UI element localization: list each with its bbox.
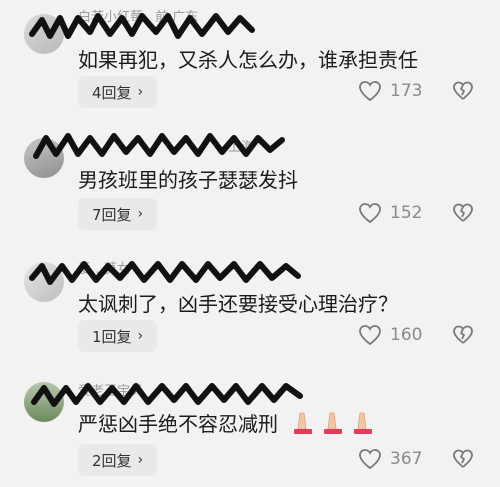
chevron-right-icon: › [137, 328, 144, 344]
view-replies-button[interactable]: 1回复 › [78, 320, 158, 352]
like-button[interactable]: 152 [358, 202, 422, 224]
comment-text: 男孩班里的孩子瑟瑟发抖 [78, 168, 298, 192]
timestamp-location: 前 广东 [155, 10, 199, 25]
broken-heart-icon[interactable] [452, 80, 474, 102]
view-replies-button[interactable]: 2回复 › [78, 444, 158, 476]
comment-header: 白若小红莓 前 广东 [78, 6, 199, 25]
reply-count-label: 2回复 [92, 451, 132, 470]
reply-count-label: 4回复 [92, 83, 132, 102]
broken-heart-icon[interactable] [452, 324, 474, 346]
view-replies-button[interactable]: 4回复 › [78, 76, 158, 108]
comment-text: 太讽刺了，凶手还要接受心理治疗？ [78, 292, 398, 316]
like-count: 152 [390, 203, 423, 223]
reply-count-label: 1回复 [92, 327, 132, 346]
comment-header: 爱…莫女 [78, 258, 130, 277]
comment-header: 上海 [78, 136, 255, 155]
heart-outline-icon [359, 449, 381, 470]
like-count: 173 [390, 81, 423, 101]
view-replies-button[interactable]: 7回复 › [78, 198, 158, 230]
broken-heart-icon[interactable] [452, 448, 474, 470]
comment-text: 如果再犯，又杀人怎么办，谁承担责任 [78, 48, 418, 72]
praying-hands-emoji [292, 411, 380, 440]
comment-text: 严惩凶手绝不容忍减刑 [78, 408, 380, 440]
location: 上海 [228, 140, 255, 155]
chevron-right-icon: › [137, 206, 144, 222]
username[interactable]: 白若小红莓 [78, 10, 143, 25]
heart-outline-icon [359, 81, 381, 102]
like-count: 160 [390, 325, 423, 345]
like-button[interactable]: 160 [358, 324, 422, 346]
comment-header: 爱老王宝贝 [78, 380, 143, 399]
reply-count-label: 7回复 [92, 205, 132, 224]
like-button[interactable]: 367 [358, 448, 422, 470]
avatar[interactable] [24, 138, 64, 178]
chevron-right-icon: › [137, 452, 144, 468]
comment-text-content: 严惩凶手绝不容忍减刑 [78, 412, 278, 436]
praying-hands-icon [294, 412, 373, 434]
avatar[interactable] [24, 14, 64, 54]
heart-outline-icon [359, 203, 381, 224]
like-count: 367 [390, 449, 423, 469]
avatar[interactable] [24, 262, 64, 302]
broken-heart-icon[interactable] [452, 202, 474, 224]
chevron-right-icon: › [137, 84, 144, 100]
username[interactable]: 爱…莫女 [78, 262, 130, 277]
avatar[interactable] [24, 382, 64, 422]
username[interactable]: 爱老王宝贝 [78, 384, 143, 399]
like-button[interactable]: 173 [358, 80, 422, 102]
heart-outline-icon [359, 325, 381, 346]
